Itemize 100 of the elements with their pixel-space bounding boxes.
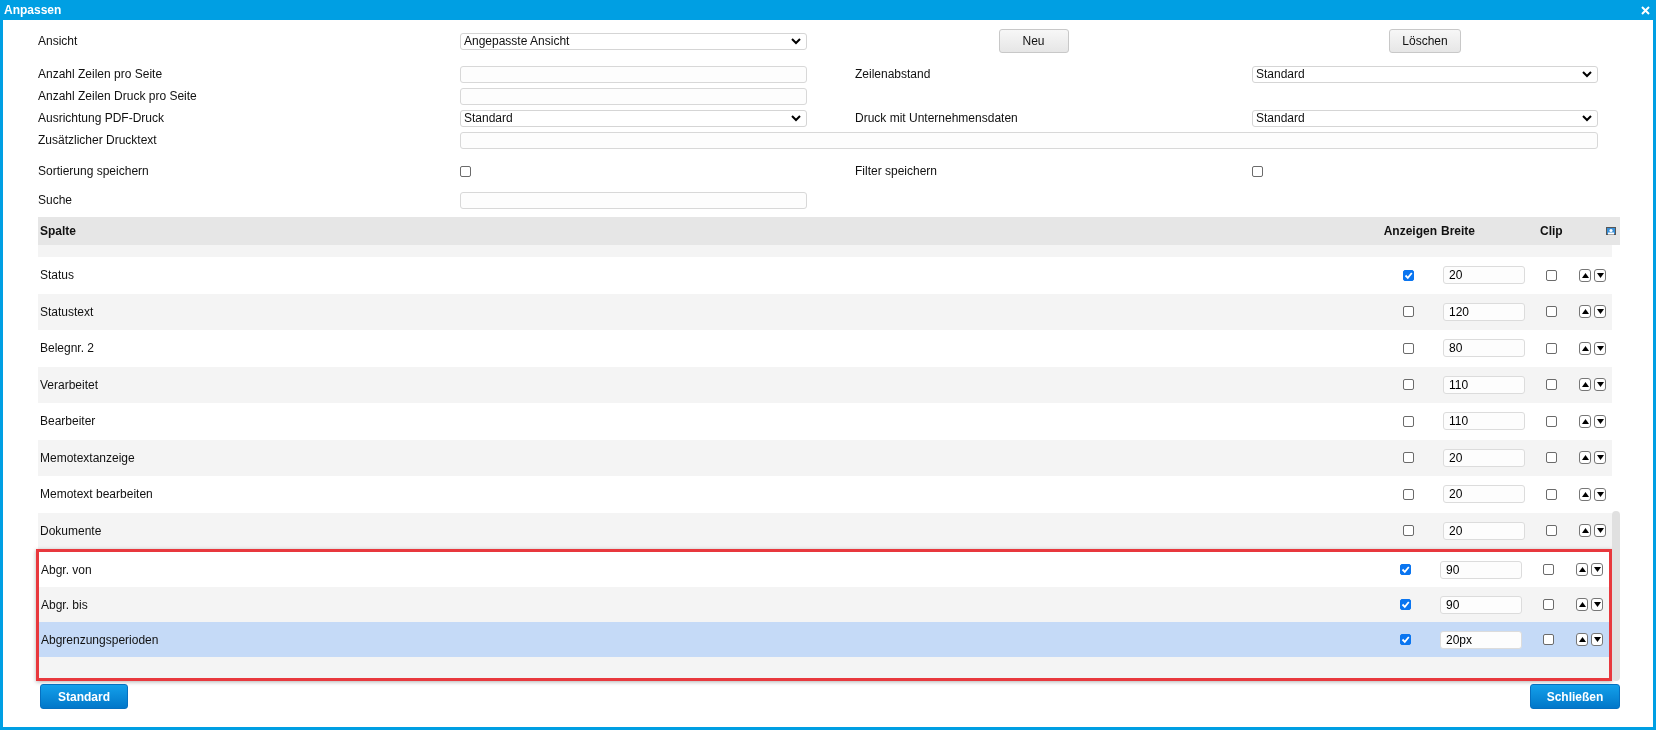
move-up-button[interactable]: [1576, 633, 1588, 646]
move-up-button[interactable]: [1576, 563, 1588, 576]
column-name: Statustext: [39, 304, 95, 319]
width-field[interactable]: 20: [1443, 448, 1525, 467]
table-row[interactable]: Dokumente 20: [38, 512, 1612, 549]
input-field[interactable]: [460, 191, 807, 209]
move-down-button[interactable]: [1594, 378, 1606, 392]
move-down-button[interactable]: [1594, 451, 1606, 465]
width-field[interactable]: 20: [1443, 485, 1525, 504]
column-header: Breite: [1440, 224, 1476, 238]
triangle-up-icon: [1581, 272, 1589, 278]
action-button[interactable]: Schließen: [1530, 684, 1620, 709]
checkbox[interactable]: [1545, 415, 1557, 427]
table-row[interactable]: Statustext 120: [38, 293, 1612, 330]
triangle-up-icon: [1578, 637, 1586, 642]
move-down-button[interactable]: [1594, 305, 1606, 319]
move-up-button[interactable]: [1579, 487, 1591, 501]
triangle-down-icon: [1596, 491, 1604, 497]
checkbox[interactable]: [1542, 564, 1554, 575]
checkbox[interactable]: [460, 165, 471, 177]
field-label: Anzahl Zeilen pro Seite: [38, 67, 164, 81]
action-button[interactable]: Löschen: [1389, 29, 1461, 53]
action-button[interactable]: Standard: [40, 684, 128, 709]
move-down-button[interactable]: [1591, 563, 1603, 576]
move-down-button[interactable]: [1594, 487, 1606, 501]
input-field[interactable]: [460, 65, 807, 83]
column-name: Dokumente: [39, 523, 103, 538]
move-down-button[interactable]: [1591, 633, 1603, 646]
checkbox[interactable]: [1545, 342, 1557, 354]
dropdown[interactable]: Angepasste Ansicht: [460, 32, 807, 50]
column-name: Verarbeitet: [39, 377, 100, 392]
checkbox[interactable]: [1400, 634, 1411, 645]
checkbox[interactable]: [1403, 415, 1414, 427]
move-up-button[interactable]: [1579, 268, 1591, 282]
move-down-button[interactable]: [1591, 598, 1603, 611]
table-row[interactable]: Abgr. bis 90: [39, 587, 1609, 622]
checkbox[interactable]: [1542, 634, 1554, 645]
checkbox[interactable]: [1403, 379, 1414, 391]
move-up-button[interactable]: [1579, 378, 1591, 392]
table-row[interactable]: Abgrenzungsperioden 20px: [39, 622, 1609, 657]
checkbox[interactable]: [1545, 379, 1557, 391]
dropdown[interactable]: Standard: [1252, 109, 1598, 127]
checkbox[interactable]: [1403, 452, 1414, 464]
field-label: Filter speichern: [854, 164, 939, 178]
checkbox[interactable]: [1400, 564, 1411, 575]
dropdown[interactable]: Standard: [1252, 65, 1598, 83]
checkbox[interactable]: [1545, 488, 1557, 500]
width-field[interactable]: 120: [1443, 302, 1525, 321]
checkbox[interactable]: [1403, 342, 1414, 354]
input-field[interactable]: [460, 87, 807, 105]
triangle-down-icon: [1596, 455, 1604, 461]
checkbox[interactable]: [1545, 525, 1557, 537]
width-field[interactable]: 90: [1440, 560, 1522, 579]
checkbox[interactable]: [1545, 306, 1557, 318]
column-name: Memotext bearbeiten: [39, 487, 154, 502]
move-down-button[interactable]: [1594, 414, 1606, 428]
checkbox[interactable]: [1545, 269, 1557, 281]
table-row[interactable]: Memotextanzeige 20: [38, 439, 1612, 476]
column-name: Abgr. von: [40, 562, 93, 577]
input-field[interactable]: [460, 131, 1598, 149]
width-field[interactable]: 80: [1443, 339, 1525, 358]
close-icon[interactable]: [1641, 5, 1650, 15]
checkbox[interactable]: [1252, 165, 1263, 177]
chevron-down-icon: [1582, 114, 1592, 122]
move-down-button[interactable]: [1594, 341, 1606, 355]
table-row[interactable]: Abgr. von 90: [39, 552, 1609, 587]
scrollbar[interactable]: [1612, 511, 1620, 681]
chevron-down-icon: [1582, 70, 1592, 78]
move-down-button[interactable]: [1594, 524, 1606, 538]
move-up-button[interactable]: [1579, 414, 1591, 428]
checkbox[interactable]: [1400, 599, 1411, 610]
checkbox[interactable]: [1403, 525, 1414, 537]
move-down-button[interactable]: [1594, 268, 1606, 282]
checkbox[interactable]: [1403, 269, 1414, 281]
action-button[interactable]: Neu: [998, 29, 1069, 53]
column-name: Abgr. bis: [40, 597, 89, 612]
triangle-up-icon: [1578, 602, 1586, 607]
column-header: Anzeigen: [1382, 224, 1437, 238]
field-label: Suche: [38, 193, 74, 207]
width-field[interactable]: 20px: [1440, 630, 1522, 649]
move-up-button[interactable]: [1579, 451, 1591, 465]
checkbox[interactable]: [1542, 599, 1554, 610]
width-field[interactable]: 20: [1443, 266, 1525, 285]
field-label: Zeilenabstand: [854, 67, 932, 81]
move-up-button[interactable]: [1579, 341, 1591, 355]
width-field[interactable]: 20: [1443, 521, 1525, 540]
image-icon[interactable]: [1606, 226, 1616, 236]
width-field[interactable]: 90: [1440, 595, 1522, 614]
width-field[interactable]: 110: [1443, 412, 1525, 431]
move-up-button[interactable]: [1579, 524, 1591, 538]
field-label: Druck mit Unternehmensdaten: [854, 111, 1019, 125]
move-up-button[interactable]: [1576, 598, 1588, 611]
checkbox[interactable]: [1403, 306, 1414, 318]
checkbox[interactable]: [1545, 452, 1557, 464]
field-label: Sortierung speichern: [38, 164, 150, 178]
width-field[interactable]: 110: [1443, 375, 1525, 394]
checkbox[interactable]: [1403, 488, 1414, 500]
move-up-button[interactable]: [1579, 305, 1591, 319]
dropdown[interactable]: Standard: [460, 109, 807, 127]
table-row[interactable]: Verarbeitet 110: [38, 366, 1612, 403]
